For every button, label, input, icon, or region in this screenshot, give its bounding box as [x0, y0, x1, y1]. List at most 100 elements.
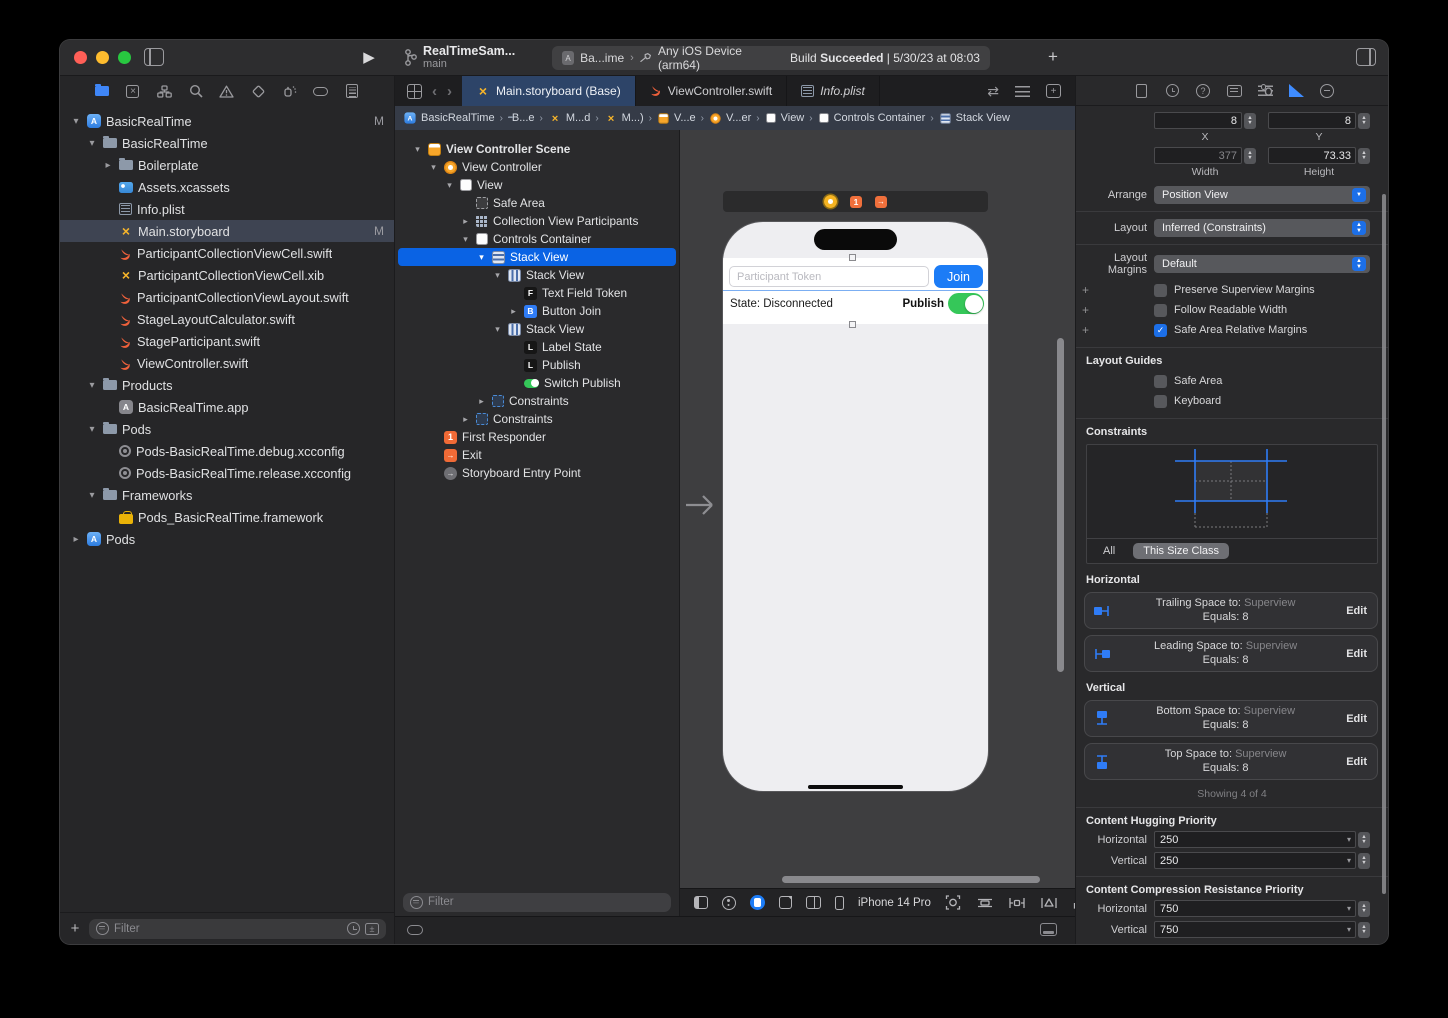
- y-stepper[interactable]: ▲▼: [1358, 113, 1370, 129]
- edit-button[interactable]: Edit: [1340, 713, 1367, 725]
- accessibility-icon[interactable]: [722, 896, 736, 910]
- add-file-button[interactable]: +: [68, 920, 82, 937]
- run-button[interactable]: ▶: [360, 48, 378, 66]
- report-navigator-icon[interactable]: [343, 82, 361, 100]
- debug-navigator-icon[interactable]: [281, 82, 299, 100]
- exit-icon[interactable]: →: [875, 196, 887, 208]
- add-constraints-icon[interactable]: [1009, 895, 1025, 911]
- outline-toggle-icon[interactable]: [694, 896, 708, 909]
- disclosure-icon[interactable]: ▾: [444, 180, 455, 191]
- file-row[interactable]: ▸APods: [60, 528, 394, 550]
- disclosure-icon[interactable]: ▾: [86, 490, 98, 501]
- resolve-autolayout-icon[interactable]: [1041, 895, 1057, 911]
- test-navigator-icon[interactable]: [249, 82, 267, 100]
- width-field[interactable]: [1154, 147, 1242, 164]
- compression-horizontal-combo[interactable]: 750: [1154, 900, 1356, 917]
- tab-viewcontroller-swift[interactable]: ViewController.swift: [636, 76, 787, 106]
- outline-row[interactable]: LLabel State: [398, 338, 676, 356]
- disclosure-icon[interactable]: ▾: [86, 424, 98, 435]
- breadcrumb[interactable]: Controls Container: [818, 112, 926, 124]
- add-constraint-button[interactable]: +: [1082, 323, 1089, 337]
- size-inspector-icon[interactable]: [1287, 82, 1305, 100]
- outline-row[interactable]: ▾Stack View: [398, 320, 676, 338]
- device-name[interactable]: iPhone 14 Pro: [858, 897, 931, 909]
- constraint-card-bottom[interactable]: Bottom Space to: SuperviewEquals: 8 Edit: [1084, 700, 1378, 737]
- view-controller-icon[interactable]: [824, 195, 837, 208]
- issue-navigator-icon[interactable]: [218, 82, 236, 100]
- zoom-window-button[interactable]: [118, 51, 131, 64]
- file-row[interactable]: ABasicRealTime.app: [60, 396, 394, 418]
- find-navigator-icon[interactable]: [187, 82, 205, 100]
- constraint-card-top[interactable]: Top Space to: SuperviewEquals: 8 Edit: [1084, 743, 1378, 780]
- file-inspector-icon[interactable]: [1132, 82, 1150, 100]
- breadcrumb[interactable]: V...er: [709, 112, 751, 125]
- file-row[interactable]: Pods_BasicRealTime.framework: [60, 506, 394, 528]
- add-editor-icon[interactable]: +: [1046, 84, 1061, 98]
- vertical-scrollbar[interactable]: [1057, 338, 1064, 672]
- preserve-superview-margins-checkbox[interactable]: [1154, 284, 1167, 297]
- navigator-filter-input[interactable]: [114, 923, 342, 935]
- tab-info-plist[interactable]: Info.plist: [787, 76, 880, 106]
- participant-token-field[interactable]: [729, 266, 929, 287]
- tab-main-storyboard[interactable]: ×Main.storyboard (Base): [462, 76, 636, 106]
- outline-row[interactable]: ▸Collection View Participants: [398, 212, 676, 230]
- constraint-card-leading[interactable]: Leading Space to: SuperviewEquals: 8 Edi…: [1084, 635, 1378, 672]
- outline-row[interactable]: ▾View Controller Scene: [398, 140, 676, 158]
- source-control-status-icon[interactable]: ±: [365, 923, 379, 935]
- hugging-vertical-combo[interactable]: 250: [1154, 852, 1356, 869]
- disclosure-icon[interactable]: ▾: [492, 270, 503, 281]
- disclosure-icon[interactable]: ▸: [70, 534, 82, 545]
- device-bezel-toggle-icon[interactable]: [1040, 923, 1057, 936]
- compression-vertical-combo[interactable]: 750: [1154, 921, 1356, 938]
- outline-row[interactable]: ▸Constraints: [398, 392, 676, 410]
- constraint-card-trailing[interactable]: Trailing Space to: SuperviewEquals: 8 Ed…: [1084, 592, 1378, 629]
- close-window-button[interactable]: [74, 51, 87, 64]
- quick-help-inspector-icon[interactable]: ?: [1194, 82, 1212, 100]
- disclosure-icon[interactable]: ▾: [86, 138, 98, 149]
- arrange-dropdown[interactable]: Position View▼: [1154, 186, 1370, 204]
- scheme-name[interactable]: Ba...ime: [580, 51, 624, 65]
- device-preview[interactable]: Join State: Disconnected Publish: [723, 222, 988, 791]
- safe-area-relative-margins-checkbox[interactable]: ✓: [1154, 324, 1167, 337]
- outline-row[interactable]: →Storyboard Entry Point: [398, 464, 676, 482]
- hugging-vertical-stepper[interactable]: ▲▼: [1358, 853, 1370, 869]
- related-items-icon[interactable]: [407, 84, 422, 99]
- disclosure-icon[interactable]: ▾: [412, 144, 423, 155]
- align-icon[interactable]: [977, 895, 993, 911]
- breadcrumb[interactable]: B...e: [508, 112, 535, 124]
- outline-row[interactable]: Safe Area: [398, 194, 676, 212]
- disclosure-icon[interactable]: ▾: [70, 116, 82, 127]
- storyboard-canvas[interactable]: 1 → Join State: Disconnected Publish: [680, 130, 1075, 888]
- disclosure-icon[interactable]: ▸: [476, 396, 487, 407]
- project-navigator-icon[interactable]: [93, 82, 111, 100]
- file-row-selected[interactable]: ×Main.storyboardM: [60, 220, 394, 242]
- follow-readable-width-checkbox[interactable]: [1154, 304, 1167, 317]
- disclosure-icon[interactable]: ▾: [460, 234, 471, 245]
- segment-this-size-class[interactable]: This Size Class: [1133, 543, 1229, 559]
- height-stepper[interactable]: ▲▼: [1358, 148, 1370, 164]
- back-icon[interactable]: ‹: [432, 83, 437, 100]
- breakpoint-navigator-icon[interactable]: [312, 82, 330, 100]
- outline-row[interactable]: ▸BButton Join: [398, 302, 676, 320]
- add-toolbar-item-button[interactable]: +: [1042, 46, 1064, 68]
- height-field[interactable]: [1268, 147, 1356, 164]
- connections-inspector-icon[interactable]: [1318, 82, 1336, 100]
- storyboard-entry-arrow[interactable]: [686, 492, 718, 518]
- segment-all[interactable]: All: [1103, 545, 1115, 557]
- disclosure-icon[interactable]: ▸: [460, 414, 471, 425]
- disclosure-icon[interactable]: ▸: [460, 216, 471, 227]
- file-row[interactable]: ParticipantCollectionViewLayout.swift: [60, 286, 394, 308]
- file-row[interactable]: ViewController.swift: [60, 352, 394, 374]
- outline-row[interactable]: ▾Stack View: [398, 266, 676, 284]
- device-settings-icon[interactable]: [750, 895, 765, 910]
- outline-row-selected[interactable]: ▾Stack View: [398, 248, 676, 266]
- breadcrumb[interactable]: ×M...d: [548, 111, 590, 125]
- outline-row[interactable]: Switch Publish: [398, 374, 676, 392]
- file-row[interactable]: StageParticipant.swift: [60, 330, 394, 352]
- selection-handle-top[interactable]: [849, 254, 856, 261]
- history-inspector-icon[interactable]: [1163, 82, 1181, 100]
- safe-area-guide-checkbox[interactable]: [1154, 375, 1167, 388]
- edit-button[interactable]: Edit: [1340, 648, 1367, 660]
- hugging-horizontal-combo[interactable]: 250: [1154, 831, 1356, 848]
- breadcrumb[interactable]: ×M...): [604, 111, 644, 125]
